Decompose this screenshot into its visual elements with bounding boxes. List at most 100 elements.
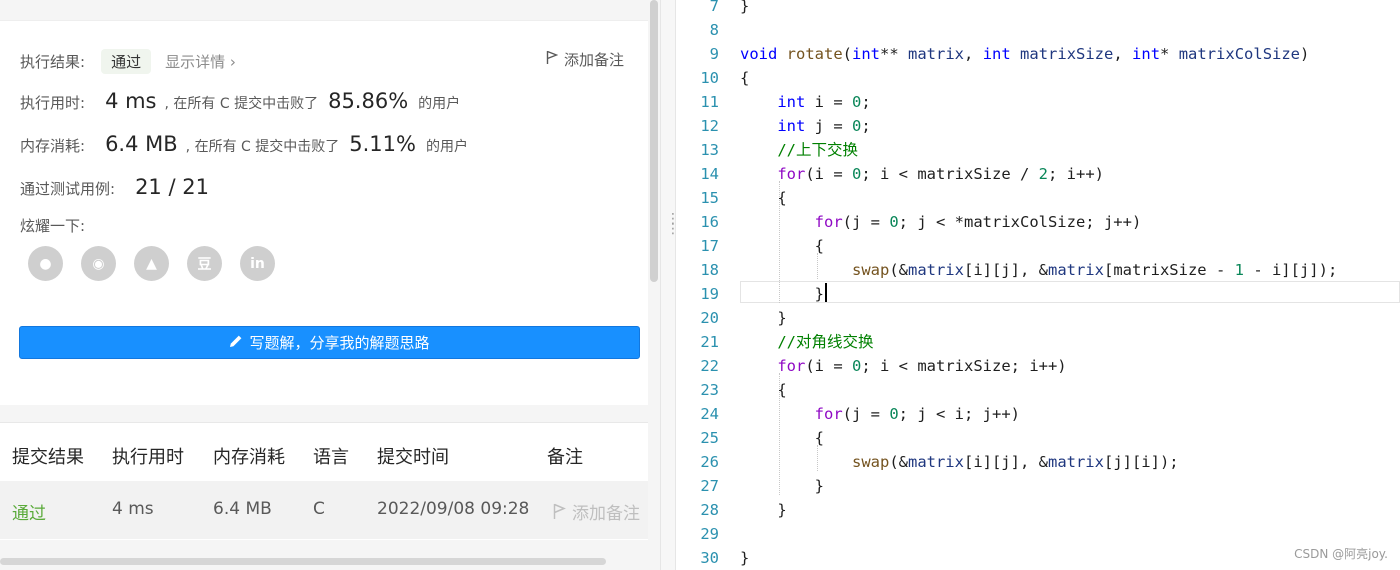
code-token: ; j < i; j++): [898, 405, 1020, 423]
runtime-label: 执行用时:: [20, 94, 86, 112]
code-token: matrix: [907, 261, 964, 279]
code-line[interactable]: 12 int j = 0;: [677, 114, 1400, 138]
douban-icon: 豆: [197, 256, 212, 273]
code-token: [i][j], &: [963, 261, 1048, 279]
code-token: ): [1300, 45, 1310, 63]
vertical-scrollbar[interactable]: [650, 0, 658, 282]
code-token: {: [740, 189, 787, 207]
code-line[interactable]: 11 int i = 0;: [677, 90, 1400, 114]
header-runtime[interactable]: 执行用时: [112, 443, 184, 469]
table-row[interactable]: 通过 4 ms 6.4 MB C 2022/09/08 09:28 添加备注: [0, 481, 648, 539]
code-line[interactable]: 22 for(i = 0; i < matrixSize; i++): [677, 354, 1400, 378]
code-token: ; i < matrixSize; i++): [861, 357, 1067, 375]
code-line[interactable]: 17 {: [677, 234, 1400, 258]
code-line[interactable]: 29: [677, 522, 1400, 546]
code-text: swap(&matrix[i][j], &matrix[matrixSize -…: [740, 258, 1337, 282]
code-token: {: [740, 429, 824, 447]
flag-icon: [553, 503, 566, 520]
code-token: (&: [889, 261, 908, 279]
code-token: ; i < matrixSize /: [861, 165, 1039, 183]
code-line[interactable]: 30}: [677, 546, 1400, 570]
code-line[interactable]: 7}: [677, 0, 1400, 18]
code-line[interactable]: 13 //上下交换: [677, 138, 1400, 162]
header-language[interactable]: 语言: [313, 443, 349, 469]
code-token: swap: [851, 261, 890, 279]
code-token: (j =: [842, 405, 890, 423]
code-token: 2: [1038, 165, 1048, 183]
horizontal-scrollbar[interactable]: [0, 558, 606, 565]
code-token: **: [880, 45, 909, 63]
code-token: for: [777, 165, 806, 183]
douban-share-button[interactable]: 豆: [187, 246, 222, 281]
code-token: matrix: [907, 453, 964, 471]
weibo-share-button[interactable]: ◉: [81, 246, 116, 281]
code-line[interactable]: 9 void rotate(int** matrix, int matrixSiz…: [677, 42, 1400, 66]
code-text: }: [740, 282, 824, 306]
exec-result-row: 执行结果: 通过 显示详情 ›: [20, 49, 236, 74]
memory-value: 6.4 MB: [105, 132, 178, 156]
code-token: }: [740, 549, 750, 567]
qq-share-button[interactable]: ▲: [134, 246, 169, 281]
memory-beat-suffix: 的用户: [425, 139, 468, 155]
code-token: for: [814, 213, 843, 231]
code-line[interactable]: 28 }: [677, 498, 1400, 522]
code-text: //上下交换: [740, 138, 858, 162]
code-token: //对角线交换: [777, 333, 874, 351]
code-line[interactable]: 8: [677, 18, 1400, 42]
show-details-link[interactable]: 显示详情 ›: [165, 51, 236, 72]
code-line[interactable]: 23 {: [677, 378, 1400, 402]
memory-label: 内存消耗:: [20, 137, 86, 155]
header-time[interactable]: 提交时间: [377, 443, 449, 469]
code-text: int i = 0;: [740, 90, 870, 114]
code-token: int: [852, 45, 881, 63]
line-number: 21: [700, 333, 719, 351]
memory-row: 内存消耗: 6.4 MB , 在所有 C 提交中击败了 5.11% 的用户: [20, 132, 468, 156]
code-text: for(i = 0; i < matrixSize / 2; i++): [740, 162, 1104, 186]
panel-resize-handle[interactable]: ⋮ ⋮: [660, 0, 680, 570]
code-token: }: [740, 501, 787, 519]
line-number: 28: [700, 501, 719, 519]
code-line[interactable]: 20 }: [677, 306, 1400, 330]
watermark: CSDN @阿亮joy.: [1294, 547, 1388, 561]
runtime-beat-prefix: , 在所有 C 提交中击败了: [164, 96, 319, 112]
code-line[interactable]: 14 for(i = 0; i < matrixSize / 2; i++): [677, 162, 1400, 186]
submission-panel: 执行结果: 通过 显示详情 › 添加备注 执行用时: 4 ms , 在所有 C …: [0, 0, 660, 570]
code-text: for(i = 0; i < matrixSize; i++): [740, 354, 1067, 378]
code-text: }: [740, 474, 824, 498]
row-runtime: 4 ms: [112, 499, 154, 519]
share-label: 炫耀一下:: [20, 217, 86, 235]
code-token: int: [777, 93, 806, 111]
code-token: rotate: [786, 45, 843, 63]
line-number: 19: [700, 285, 719, 303]
code-text: {: [740, 66, 749, 90]
header-memory[interactable]: 内存消耗: [213, 443, 285, 469]
code-line[interactable]: 19 }: [677, 282, 1400, 306]
code-token: for: [814, 405, 843, 423]
line-number: 10: [700, 69, 719, 87]
wechat-share-button[interactable]: ●: [28, 246, 63, 281]
header-status[interactable]: 提交结果: [12, 443, 84, 469]
code-editor[interactable]: 7} 8 9 void rotate(int** matrix, int matrix…: [677, 0, 1400, 570]
code-line[interactable]: 24 for(j = 0; j < i; j++): [677, 402, 1400, 426]
row-add-note-button[interactable]: 添加备注: [553, 499, 640, 524]
code-token: int: [1132, 45, 1161, 63]
code-line[interactable]: 15 {: [677, 186, 1400, 210]
code-line[interactable]: 27 }: [677, 474, 1400, 498]
code-line[interactable]: 26 swap(&matrix[i][j], &matrix[j][i]);: [677, 450, 1400, 474]
code-line[interactable]: 25 {: [677, 426, 1400, 450]
flag-icon: [546, 50, 559, 69]
code-token: 1: [1234, 261, 1244, 279]
code-line[interactable]: 21 //对角线交换: [677, 330, 1400, 354]
write-solution-button[interactable]: 写题解，分享我的解题思路: [19, 326, 640, 359]
code-line[interactable]: 18 swap(&matrix[i][j], &matrix[matrixSiz…: [677, 258, 1400, 282]
code-token: [matrixSize -: [1103, 261, 1235, 279]
code-line[interactable]: 16 for(j = 0; j < *matrixColSize; j++): [677, 210, 1400, 234]
add-note-button[interactable]: 添加备注: [546, 49, 624, 70]
linkedin-share-button[interactable]: in: [240, 246, 275, 281]
row-status[interactable]: 通过: [12, 499, 46, 524]
code-line[interactable]: 10 {: [677, 66, 1400, 90]
line-number: 13: [700, 141, 719, 159]
